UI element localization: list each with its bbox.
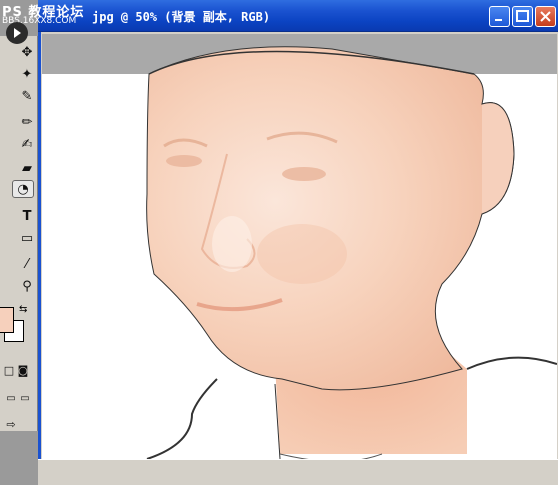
photoshop-logo-icon [6, 22, 28, 44]
maximize-icon [516, 10, 529, 22]
image-canvas[interactable] [42, 34, 557, 459]
close-button[interactable] [535, 6, 556, 27]
type-tool-icon[interactable]: T [18, 208, 36, 226]
minimize-icon [495, 19, 502, 21]
foreground-color-swatch[interactable] [0, 307, 14, 333]
gradient-tool-icon[interactable]: ▰ [18, 160, 36, 178]
zoom-tool-icon[interactable]: ⚲ [18, 278, 36, 296]
magic-wand-icon[interactable]: ✦ [18, 66, 36, 84]
close-icon [540, 11, 551, 22]
minimize-button[interactable] [489, 6, 510, 27]
portrait-image [42, 46, 557, 459]
eyedropper-icon[interactable]: ⁄ [18, 256, 36, 274]
history-brush-icon[interactable]: ✍ [18, 136, 36, 154]
toolbox: ✥ ✦ ✎ ✏ ✍ ▰ ◔ T ▭ ⁄ ⚲ ⇆ □ ◙ ▭ ▭ ⇨ [0, 22, 38, 434]
status-bar [38, 459, 558, 485]
nose-highlight [212, 216, 252, 272]
shape-tool-icon[interactable]: ▭ [18, 230, 36, 248]
jump-to-imageready-icon[interactable]: ⇨ [2, 416, 20, 434]
photoshop-window: jpg @ 50% (背景 副本, RGB) PS 教程论坛 BBS.16XX8… [0, 0, 558, 485]
right-eye [282, 167, 326, 181]
brush-tool-icon[interactable]: ✏ [18, 114, 36, 132]
slice-tool-icon[interactable]: ✎ [18, 88, 36, 106]
quick-mask-icon[interactable]: ◙ [14, 362, 32, 380]
fullscreen-mode-icon[interactable]: ▭ [16, 390, 34, 408]
maximize-button[interactable] [512, 6, 533, 27]
swap-colors-icon[interactable]: ⇆ [19, 304, 27, 315]
path-tool-icon[interactable]: ◔ [12, 180, 34, 198]
cheek [257, 224, 347, 284]
document-title-bar[interactable]: jpg @ 50% (背景 副本, RGB) [38, 0, 558, 32]
left-eye [166, 155, 202, 167]
document-title: jpg @ 50% (背景 副本, RGB) [92, 10, 271, 24]
move-tool-icon[interactable]: ✥ [18, 44, 36, 62]
